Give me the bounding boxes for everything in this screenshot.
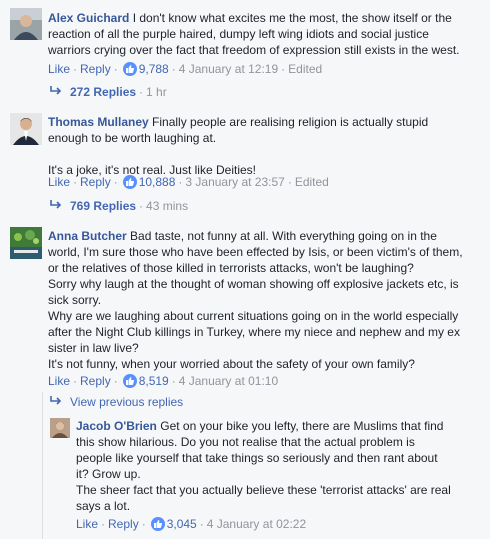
thumbs-up-icon[interactable] — [150, 517, 165, 531]
comment-text-line: I don't know what excites me the most, t… — [132, 11, 452, 25]
like-count[interactable]: 8,519 — [139, 374, 169, 388]
view-previous-label[interactable]: View previous replies — [70, 395, 183, 409]
reply-link[interactable]: Reply — [80, 62, 111, 76]
view-previous-replies[interactable]: View previous replies — [50, 394, 183, 410]
comment-text-line: Bad taste, not funny at all. With everyt… — [130, 229, 437, 243]
comment-text-line: reaction of all the purple haired, dumpy… — [48, 27, 429, 41]
replies-count[interactable]: 769 Replies — [70, 199, 136, 213]
comment-author[interactable]: Thomas Mullaney — [48, 115, 149, 129]
avatar[interactable] — [10, 227, 42, 259]
comment-text-line: enough to be worth laughing at. — [48, 131, 217, 145]
comment-actions: Like · Reply · 3,045 · 4 January at 02:22 — [76, 517, 307, 531]
comment-actions: Like · Reply · 8,519 · 4 January at 01:10 — [48, 374, 279, 388]
replies-count[interactable]: 272 Replies — [70, 85, 136, 99]
reply-link[interactable]: Reply — [80, 374, 111, 388]
comment-text-line: It's not funny, when your worried about … — [48, 357, 415, 371]
edited-label[interactable]: Edited — [295, 175, 329, 189]
timestamp[interactable]: 3 January at 23:57 — [185, 175, 284, 189]
comment-text-line: people like yourself that take things so… — [76, 451, 438, 465]
comment-text-line: world, I'm sure those who have been effe… — [48, 245, 463, 259]
edited-label[interactable]: Edited — [288, 62, 322, 76]
comment-text-line: The sheer fact that you actually believe… — [76, 483, 451, 497]
comment-text-line: Why are we laughing about current situat… — [48, 309, 459, 323]
avatar[interactable] — [10, 113, 42, 145]
comment-author[interactable]: Alex Guichard — [48, 11, 129, 25]
comment-text-line: says a lot. — [76, 499, 131, 513]
avatar[interactable] — [50, 418, 70, 438]
thumbs-up-icon[interactable] — [122, 175, 137, 189]
like-link[interactable]: Like — [48, 175, 70, 189]
timestamp[interactable]: 4 January at 12:19 — [179, 62, 278, 76]
comment-text-line: warriors crying over the fact that freed… — [48, 43, 460, 57]
comment-text-line: Finally people are realising religion is… — [152, 115, 429, 129]
comment-text-line: Get on your bike you lefty, there are Mu… — [160, 419, 444, 433]
replies-age: 43 mins — [146, 199, 189, 213]
comment-text-line: or the relatives of those killed in terr… — [48, 261, 414, 275]
like-count[interactable]: 9,788 — [139, 62, 169, 76]
reply-arrow-icon — [50, 394, 62, 410]
like-count[interactable]: 3,045 — [167, 517, 197, 531]
replies-toggle[interactable]: 769 Replies · 43 mins — [50, 198, 188, 214]
thumbs-up-icon[interactable] — [122, 374, 137, 388]
like-link[interactable]: Like — [76, 517, 98, 531]
reply-arrow-icon — [50, 84, 62, 100]
reply-arrow-icon — [50, 198, 62, 214]
like-link[interactable]: Like — [48, 62, 70, 76]
thread-line — [42, 392, 43, 539]
avatar[interactable] — [10, 8, 42, 40]
thumbs-up-icon[interactable] — [122, 62, 137, 76]
reply-link[interactable]: Reply — [80, 175, 111, 189]
replies-toggle[interactable]: 272 Replies · 1 hr — [50, 84, 167, 100]
comment-text-line: after the Night Club killings in Turkey,… — [48, 325, 460, 339]
timestamp[interactable]: 4 January at 02:22 — [207, 517, 306, 531]
replies-age: 1 hr — [146, 85, 167, 99]
comment-text-line: sick sorry. — [48, 293, 102, 307]
comment-text-line: Sorry why laugh at the thought of woman … — [48, 277, 459, 291]
comment-text-line: this show hilarious. Do you not realise … — [76, 435, 415, 449]
like-count[interactable]: 10,888 — [139, 175, 176, 189]
comment-actions: Like · Reply · 9,788 · 4 January at 12:19 · Edit… — [48, 62, 323, 76]
comment-actions: Like · Reply · 10,888 · 3 January at 23:57 · Edi… — [48, 175, 329, 189]
timestamp[interactable]: 4 January at 01:10 — [179, 374, 278, 388]
like-link[interactable]: Like — [48, 374, 70, 388]
comment-text-line: it? Grow up. — [76, 467, 141, 481]
comment-author[interactable]: Anna Butcher — [48, 229, 127, 243]
reply-link[interactable]: Reply — [108, 517, 139, 531]
comment-text-line: sister in law live? — [48, 341, 139, 355]
comment-author[interactable]: Jacob O'Brien — [76, 419, 157, 433]
